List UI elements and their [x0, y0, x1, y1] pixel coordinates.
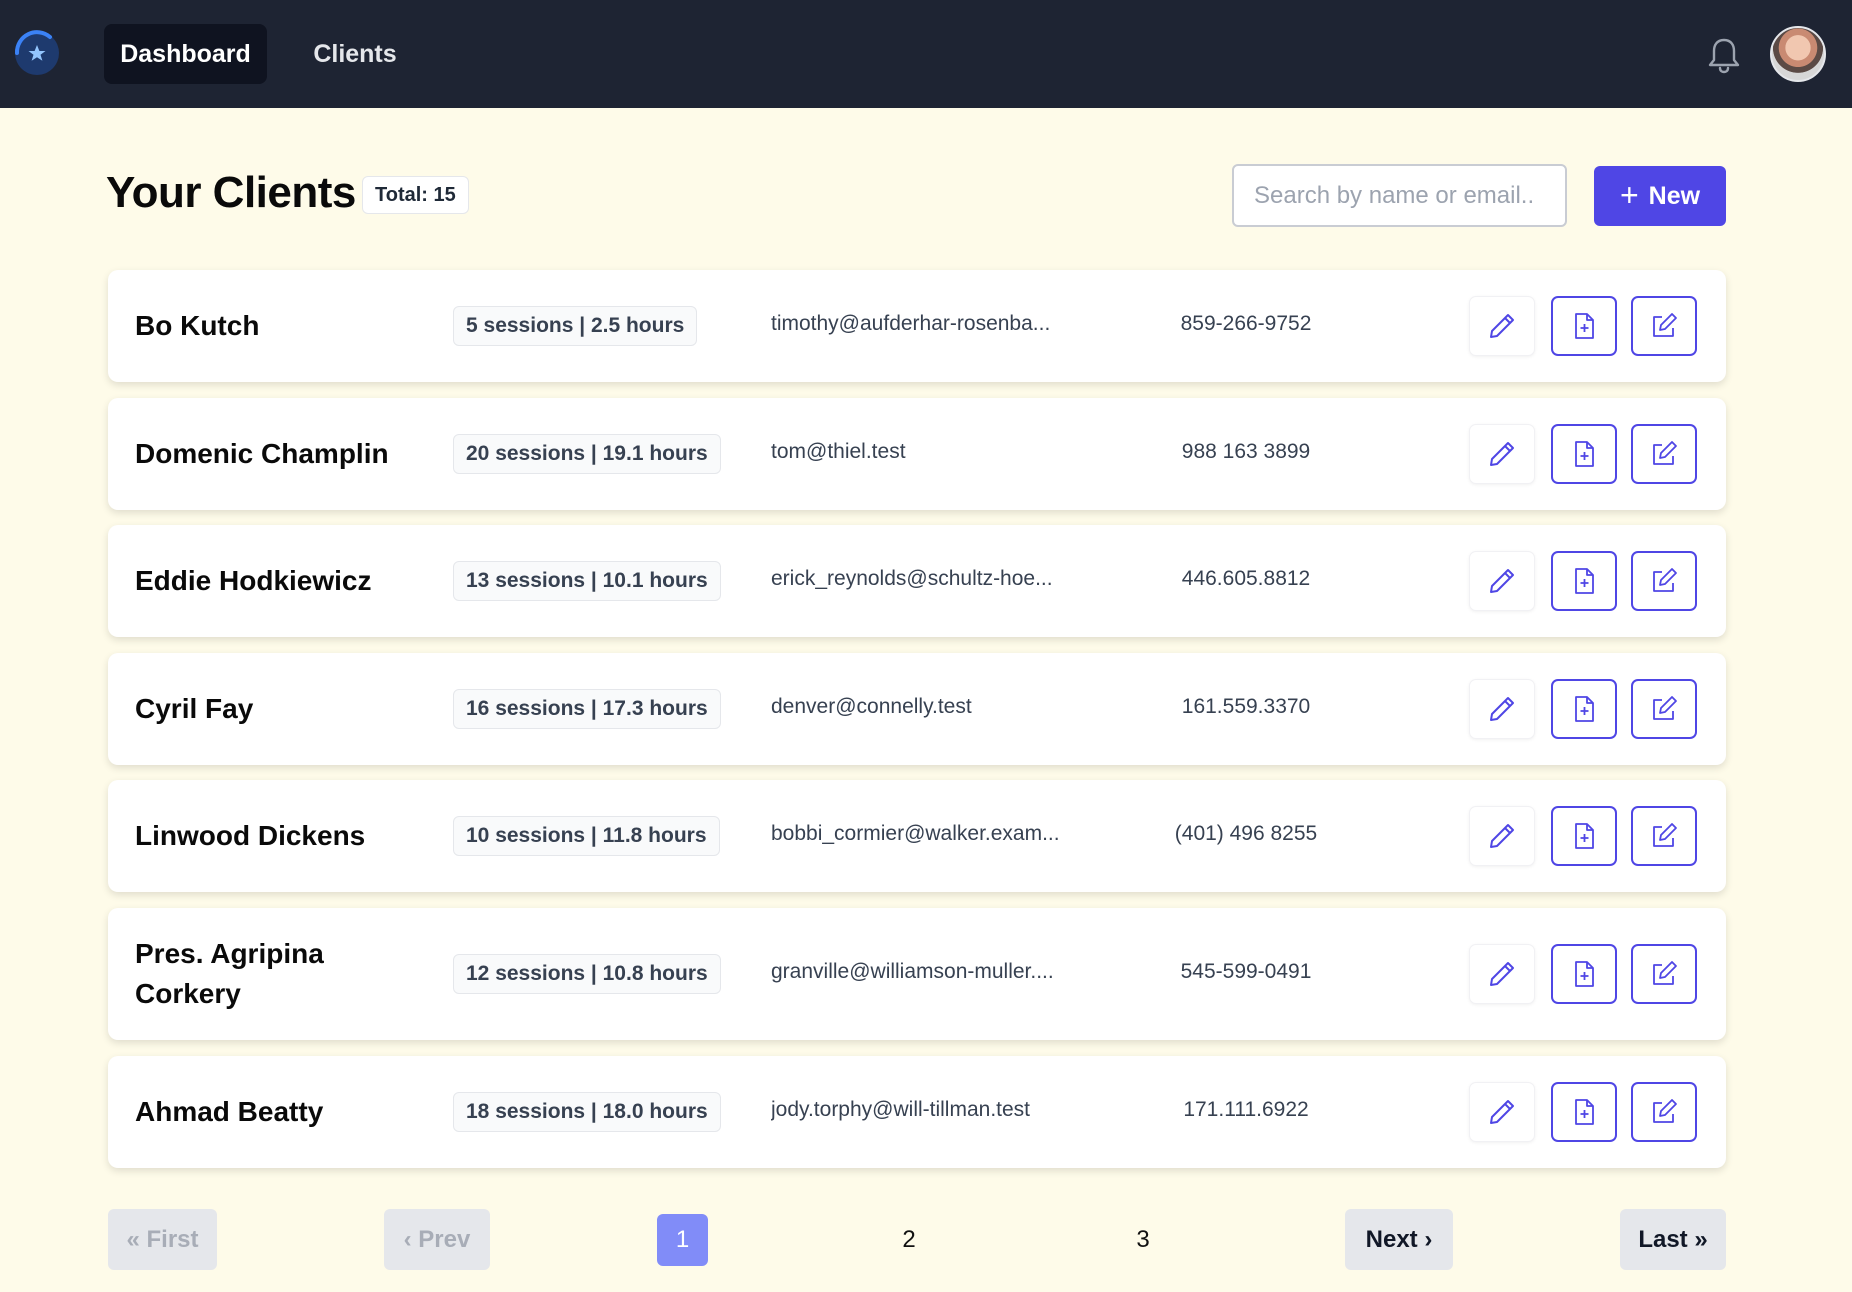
client-row: Ahmad Beatty 18 sessions | 18.0 hours jo… — [108, 1056, 1726, 1168]
client-email: tom@thiel.test — [771, 440, 906, 463]
client-row: Pres. Agripina Corkery 12 sessions | 10.… — [108, 908, 1726, 1040]
edit-client-button[interactable] — [1469, 679, 1535, 739]
client-name[interactable]: Pres. Agripina Corkery — [135, 934, 435, 1014]
sessions-badge: 10 sessions | 11.8 hours — [453, 816, 720, 856]
top-navbar: Dashboard Clients — [0, 0, 1852, 108]
pencil-icon — [1490, 314, 1514, 338]
star-logo-icon[interactable] — [10, 26, 64, 80]
client-phone: 161.559.3370 — [1181, 695, 1311, 718]
pencil-icon — [1490, 962, 1514, 986]
client-phone: 171.111.6922 — [1183, 1098, 1309, 1121]
edit-note-button[interactable] — [1631, 424, 1697, 484]
add-document-button[interactable] — [1551, 424, 1617, 484]
first-page-button[interactable]: « First — [108, 1209, 217, 1270]
client-email: timothy@aufderhar-rosenba... — [771, 312, 1051, 335]
sessions-badge: 12 sessions | 10.8 hours — [453, 954, 721, 994]
add-document-button[interactable] — [1551, 944, 1617, 1004]
client-name[interactable]: Cyril Fay — [135, 689, 435, 729]
page-title: Your Clients — [106, 168, 356, 217]
client-row: Cyril Fay 16 sessions | 17.3 hours denve… — [108, 653, 1726, 765]
client-name[interactable]: Bo Kutch — [135, 306, 435, 346]
file-plus-icon — [1575, 1099, 1594, 1125]
sessions-badge: 16 sessions | 17.3 hours — [453, 689, 721, 729]
client-name[interactable]: Linwood Dickens — [135, 816, 435, 856]
edit-client-button[interactable] — [1469, 1082, 1535, 1142]
search-input[interactable] — [1232, 164, 1567, 227]
plus-icon: + — [1619, 176, 1639, 213]
sessions-badge: 5 sessions | 2.5 hours — [453, 306, 698, 346]
file-plus-icon — [1575, 441, 1594, 467]
add-document-button[interactable] — [1551, 551, 1617, 611]
new-client-button[interactable]: + New — [1594, 166, 1726, 226]
last-page-button[interactable]: Last » — [1620, 1209, 1726, 1270]
client-row: Bo Kutch 5 sessions | 2.5 hours timothy@… — [108, 270, 1726, 382]
client-email: jody.torphy@will-tillman.test — [771, 1098, 1031, 1121]
pencil-icon — [1490, 1100, 1514, 1124]
pencil-icon — [1490, 697, 1514, 721]
file-plus-icon — [1575, 961, 1594, 987]
client-email: bobbi_cormier@walker.exam... — [771, 822, 1060, 845]
client-name[interactable]: Domenic Champlin — [135, 434, 435, 474]
client-email: erick_reynolds@schultz-hoe... — [771, 567, 1053, 590]
client-row: Domenic Champlin 20 sessions | 19.1 hour… — [108, 398, 1726, 510]
pencil-square-icon — [1653, 696, 1677, 720]
edit-client-button[interactable] — [1469, 551, 1535, 611]
file-plus-icon — [1575, 313, 1594, 339]
add-document-button[interactable] — [1551, 296, 1617, 356]
page-1-button[interactable]: 1 — [657, 1214, 708, 1266]
tab-clients[interactable]: Clients — [290, 24, 420, 84]
edit-note-button[interactable] — [1631, 1082, 1697, 1142]
edit-client-button[interactable] — [1469, 806, 1535, 866]
client-phone: 545-599-0491 — [1180, 960, 1312, 983]
sessions-badge: 18 sessions | 18.0 hours — [453, 1092, 721, 1132]
pencil-icon — [1490, 824, 1514, 848]
next-page-button[interactable]: Next › — [1345, 1209, 1453, 1270]
client-name[interactable]: Eddie Hodkiewicz — [135, 561, 435, 601]
edit-client-button[interactable] — [1469, 424, 1535, 484]
edit-client-button[interactable] — [1469, 296, 1535, 356]
pencil-square-icon — [1653, 823, 1677, 847]
edit-note-button[interactable] — [1631, 806, 1697, 866]
sessions-badge: 20 sessions | 19.1 hours — [453, 434, 721, 474]
prev-page-button[interactable]: ‹ Prev — [384, 1209, 490, 1270]
client-phone: 446.605.8812 — [1181, 567, 1311, 590]
client-phone: 988 163 3899 — [1181, 440, 1311, 463]
client-row: Eddie Hodkiewicz 13 sessions | 10.1 hour… — [108, 525, 1726, 637]
page-2-button[interactable]: 2 — [884, 1209, 934, 1270]
client-phone: 859-266-9752 — [1180, 312, 1312, 335]
edit-note-button[interactable] — [1631, 944, 1697, 1004]
client-email: denver@connelly.test — [771, 695, 972, 718]
pencil-icon — [1490, 569, 1514, 593]
pencil-square-icon — [1653, 313, 1677, 337]
bell-icon[interactable] — [1706, 36, 1742, 74]
edit-note-button[interactable] — [1631, 551, 1697, 611]
pencil-square-icon — [1653, 1099, 1677, 1123]
tab-dashboard[interactable]: Dashboard — [104, 24, 267, 84]
file-plus-icon — [1575, 568, 1594, 594]
edit-note-button[interactable] — [1631, 679, 1697, 739]
page-3-button[interactable]: 3 — [1118, 1209, 1168, 1270]
pencil-square-icon — [1653, 961, 1677, 985]
client-email: granville@williamson-muller.... — [771, 960, 1054, 983]
edit-note-button[interactable] — [1631, 296, 1697, 356]
client-phone: (401) 496 8255 — [1174, 822, 1318, 845]
client-row: Linwood Dickens 10 sessions | 11.8 hours… — [108, 780, 1726, 892]
pencil-square-icon — [1653, 441, 1677, 465]
add-document-button[interactable] — [1551, 679, 1617, 739]
avatar[interactable] — [1770, 26, 1826, 82]
new-button-label: New — [1648, 181, 1701, 210]
client-name[interactable]: Ahmad Beatty — [135, 1092, 435, 1132]
edit-client-button[interactable] — [1469, 944, 1535, 1004]
pencil-icon — [1490, 442, 1514, 466]
total-badge: Total: 15 — [362, 176, 469, 214]
add-document-button[interactable] — [1551, 806, 1617, 866]
sessions-badge: 13 sessions | 10.1 hours — [453, 561, 721, 601]
pencil-square-icon — [1653, 568, 1677, 592]
file-plus-icon — [1575, 696, 1594, 722]
add-document-button[interactable] — [1551, 1082, 1617, 1142]
file-plus-icon — [1575, 823, 1594, 849]
